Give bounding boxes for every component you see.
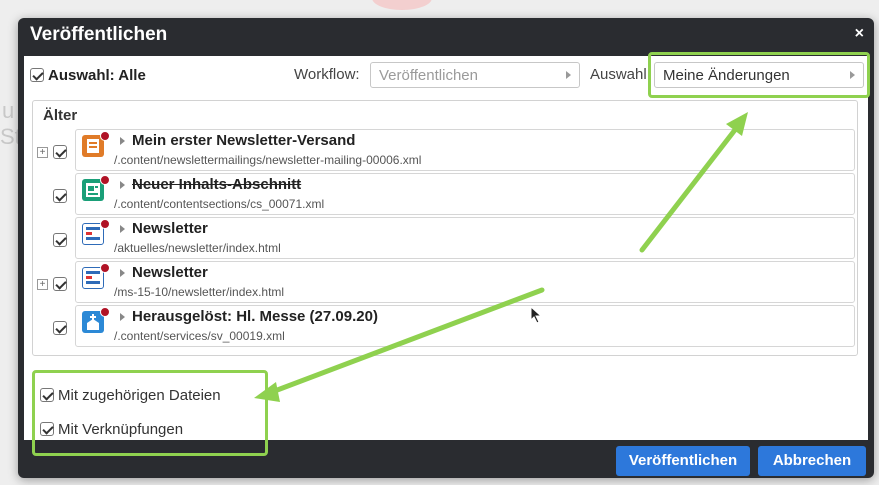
list-item-path: /.content/services/sv_00019.xml <box>114 329 285 343</box>
cancel-button[interactable]: Abbrechen <box>758 446 866 476</box>
expand-icon[interactable]: + <box>37 279 48 290</box>
list-item-checkbox[interactable] <box>53 277 67 291</box>
list-item-checkbox[interactable] <box>53 321 67 335</box>
highlight-frame <box>648 52 870 98</box>
publish-button[interactable]: Veröffentlichen <box>616 446 750 476</box>
list-item[interactable]: Newsletter /ms-15-10/newsletter/index.ht… <box>75 261 855 303</box>
list-item-name: Herausgelöst: Hl. Messe (27.09.20) <box>132 308 378 325</box>
list-item-name: Newsletter <box>132 220 208 237</box>
publish-dialog: Veröffentlichen × Auswahl: Alle Workflow… <box>18 18 874 478</box>
list-item-path: /.content/contentsections/cs_00071.xml <box>114 197 325 211</box>
select-all-checkbox[interactable]: Auswahl: Alle <box>30 66 146 84</box>
dialog-title: Veröffentlichen <box>30 24 168 45</box>
dialog-footer: Veröffentlichen Abbrechen <box>18 440 874 478</box>
list-item-checkbox[interactable] <box>53 189 67 203</box>
list-item[interactable]: Newsletter /aktuelles/newsletter/index.h… <box>75 217 855 259</box>
list-item-path: /ms-15-10/newsletter/index.html <box>114 285 285 299</box>
caret-right-icon[interactable] <box>120 269 125 277</box>
status-dot <box>100 175 110 185</box>
workflow-select-value: Veröffentlichen <box>379 67 478 84</box>
status-dot <box>100 219 110 229</box>
list-item-checkbox[interactable] <box>53 145 67 159</box>
select-all-label: Auswahl: Alle <box>48 66 146 84</box>
list-item-name: Newsletter <box>132 264 208 281</box>
dialog-body: Auswahl: Alle Workflow: Veröffentlichen … <box>24 52 870 456</box>
background-decoration <box>372 0 432 10</box>
caret-right-icon <box>566 71 571 79</box>
status-dot <box>100 263 110 273</box>
toolbar: Auswahl: Alle Workflow: Veröffentlichen … <box>24 52 870 98</box>
list-item[interactable]: Mein erster Newsletter-Versand /.content… <box>75 129 855 171</box>
caret-right-icon[interactable] <box>120 225 125 233</box>
status-dot <box>100 131 110 141</box>
expand-icon[interactable]: + <box>37 147 48 158</box>
list-item-path: /.content/newslettermailings/newsletter-… <box>114 153 422 167</box>
resource-list: Älter + Mein erster Newsletter-Versand /… <box>32 100 858 356</box>
group-label: Älter <box>43 107 78 124</box>
list-item-name: Neuer Inhalts-Abschnitt <box>132 176 302 193</box>
list-item[interactable]: Neuer Inhalts-Abschnitt /.content/conten… <box>75 173 855 215</box>
checkbox-checked-icon[interactable] <box>30 68 44 83</box>
list-item-checkbox[interactable] <box>53 233 67 247</box>
list-item[interactable]: Herausgelöst: Hl. Messe (27.09.20) /.con… <box>75 305 855 347</box>
mouse-cursor-icon <box>530 305 544 329</box>
workflow-label: Workflow: <box>294 66 360 83</box>
list-item-name: Mein erster Newsletter-Versand <box>132 132 356 149</box>
caret-right-icon[interactable] <box>120 137 125 145</box>
auswahl-label: Auswahl: <box>590 66 651 83</box>
list-item-path: /aktuelles/newsletter/index.html <box>114 241 281 255</box>
status-dot <box>100 307 110 317</box>
caret-right-icon[interactable] <box>120 181 125 189</box>
workflow-select[interactable]: Veröffentlichen <box>370 62 580 88</box>
close-icon[interactable]: × <box>855 25 864 43</box>
background-text: u <box>2 98 15 123</box>
caret-right-icon[interactable] <box>120 313 125 321</box>
